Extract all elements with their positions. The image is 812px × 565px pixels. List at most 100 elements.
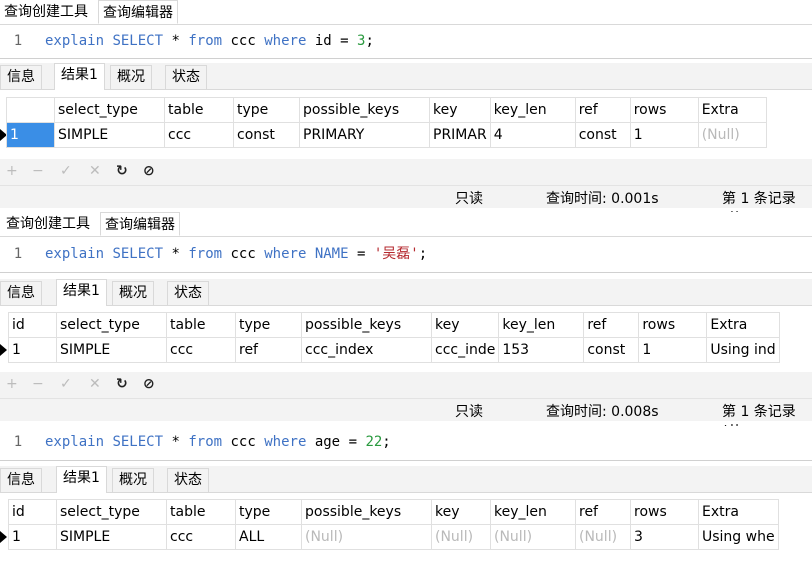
- column-header[interactable]: id: [8, 312, 57, 338]
- minus-icon[interactable]: −: [32, 376, 44, 392]
- table-cell[interactable]: SIMPLE: [54, 122, 165, 148]
- table-cell[interactable]: (Null): [490, 524, 576, 550]
- plus-icon[interactable]: +: [6, 163, 18, 179]
- table-cell[interactable]: const: [233, 122, 300, 148]
- table-cell[interactable]: ccc: [166, 524, 236, 550]
- table-cell[interactable]: 1: [629, 122, 699, 148]
- column-header[interactable]: select_type: [56, 312, 167, 338]
- tab-query-builder[interactable]: 查询创建工具: [0, 0, 92, 24]
- table-cell[interactable]: ccc: [164, 122, 234, 148]
- tab-query-editor[interactable]: 查询编辑器: [98, 0, 178, 24]
- table-cell[interactable]: ccc_index: [301, 337, 432, 363]
- tab-info[interactable]: 信息: [0, 281, 42, 305]
- table-cell[interactable]: (Null): [697, 122, 767, 148]
- tab-overview[interactable]: 概况: [112, 468, 154, 492]
- table-cell[interactable]: Using ind: [706, 337, 780, 363]
- column-header[interactable]: ref: [575, 499, 631, 525]
- table-cell[interactable]: SIMPLE: [56, 524, 167, 550]
- sql-editor[interactable]: 1 explain SELECT * from ccc where age = …: [0, 426, 812, 458]
- column-header[interactable]: select_type: [54, 97, 165, 123]
- table-row[interactable]: 1 SIMPLE ccc const PRIMARY PRIMAR 4 cons…: [6, 122, 767, 148]
- cancel-icon[interactable]: ✕: [89, 163, 101, 179]
- column-header[interactable]: ref: [583, 312, 640, 338]
- table-cell[interactable]: ref: [235, 337, 302, 363]
- readonly-label: 只读: [455, 191, 483, 207]
- sql-code[interactable]: explain SELECT * from ccc where NAME = '…: [45, 238, 427, 270]
- query-tabbar: 查询创建工具 查询编辑器: [0, 212, 812, 237]
- column-header[interactable]: select_type: [56, 499, 167, 525]
- tab-overview[interactable]: 概况: [110, 65, 152, 89]
- check-icon[interactable]: ✓: [60, 163, 72, 179]
- column-header[interactable]: key_len: [490, 499, 576, 525]
- sql-code[interactable]: explain SELECT * from ccc where id = 3;: [45, 25, 374, 57]
- tab-result1[interactable]: 结果1: [56, 279, 107, 306]
- table-row[interactable]: 1 SIMPLE ccc ALL (Null) (Null) (Null) (N…: [8, 524, 779, 550]
- tab-result1[interactable]: 结果1: [56, 466, 107, 493]
- column-header[interactable]: key: [429, 97, 491, 123]
- table-cell[interactable]: (Null): [431, 524, 491, 550]
- column-header[interactable]: key_len: [489, 97, 576, 123]
- sql-editor[interactable]: 1 explain SELECT * from ccc where id = 3…: [0, 25, 812, 57]
- table-row[interactable]: 1 SIMPLE ccc ref ccc_index ccc_inde 153 …: [8, 337, 780, 363]
- table-cell[interactable]: PRIMAR: [429, 122, 491, 148]
- tab-status[interactable]: 状态: [167, 281, 209, 305]
- column-header[interactable]: Extra: [697, 97, 767, 123]
- tab-query-builder[interactable]: 查询创建工具: [2, 212, 94, 236]
- sql-code[interactable]: explain SELECT * from ccc where age = 22…: [45, 426, 391, 458]
- sql-editor[interactable]: 1 explain SELECT * from ccc where NAME =…: [0, 238, 812, 270]
- table-cell[interactable]: 1: [6, 122, 55, 148]
- table-cell[interactable]: 153: [498, 337, 585, 363]
- table-cell[interactable]: 1: [8, 337, 57, 363]
- column-header[interactable]: type: [235, 312, 302, 338]
- table-cell[interactable]: 1: [8, 524, 57, 550]
- column-header[interactable]: table: [164, 97, 234, 123]
- column-header[interactable]: Extra: [706, 312, 780, 338]
- table-cell[interactable]: ccc: [166, 337, 236, 363]
- column-header[interactable]: Extra: [698, 499, 779, 525]
- refresh-icon[interactable]: ↻: [116, 376, 128, 392]
- stop-icon[interactable]: ⊘: [143, 163, 155, 179]
- table-cell[interactable]: 4: [489, 122, 576, 148]
- column-header[interactable]: type: [235, 499, 302, 525]
- table-cell[interactable]: SIMPLE: [56, 337, 167, 363]
- tab-info[interactable]: 信息: [0, 65, 42, 89]
- column-header[interactable]: rows: [638, 312, 708, 338]
- column-header[interactable]: possible_keys: [301, 499, 432, 525]
- column-header[interactable]: key_len: [498, 312, 585, 338]
- table-cell[interactable]: ccc_inde: [430, 337, 500, 363]
- tab-status[interactable]: 状态: [167, 468, 209, 492]
- table-cell[interactable]: const: [574, 122, 631, 148]
- column-header[interactable]: id: [8, 499, 57, 525]
- table-cell[interactable]: (Null): [301, 524, 432, 550]
- column-header[interactable]: key: [431, 499, 491, 525]
- plus-icon[interactable]: +: [6, 376, 18, 392]
- table-cell[interactable]: const: [583, 337, 640, 363]
- column-header[interactable]: possible_keys: [299, 97, 430, 123]
- query-tabbar: 查询创建工具 查询编辑器: [0, 0, 812, 25]
- cancel-icon[interactable]: ✕: [89, 376, 101, 392]
- table-cell[interactable]: (Null): [575, 524, 631, 550]
- tab-status[interactable]: 状态: [165, 65, 207, 89]
- column-header[interactable]: key: [430, 312, 500, 338]
- table-cell[interactable]: Using whe: [698, 524, 779, 550]
- check-icon[interactable]: ✓: [60, 376, 72, 392]
- minus-icon[interactable]: −: [32, 163, 44, 179]
- stop-icon[interactable]: ⊘: [143, 376, 155, 392]
- column-header[interactable]: id: [6, 97, 55, 123]
- table-cell[interactable]: ALL: [235, 524, 302, 550]
- tab-query-editor[interactable]: 查询编辑器: [100, 212, 180, 236]
- tab-result1[interactable]: 结果1: [54, 63, 105, 90]
- table-cell[interactable]: 1: [638, 337, 708, 363]
- column-header[interactable]: ref: [574, 97, 631, 123]
- tab-info[interactable]: 信息: [0, 468, 42, 492]
- refresh-icon[interactable]: ↻: [116, 163, 128, 179]
- column-header[interactable]: rows: [630, 499, 699, 525]
- column-header[interactable]: possible_keys: [301, 312, 432, 338]
- column-header[interactable]: rows: [629, 97, 699, 123]
- column-header[interactable]: table: [166, 499, 236, 525]
- tab-overview[interactable]: 概况: [112, 281, 154, 305]
- column-header[interactable]: table: [166, 312, 236, 338]
- table-cell[interactable]: 3: [630, 524, 699, 550]
- table-cell[interactable]: PRIMARY: [299, 122, 430, 148]
- column-header[interactable]: type: [233, 97, 300, 123]
